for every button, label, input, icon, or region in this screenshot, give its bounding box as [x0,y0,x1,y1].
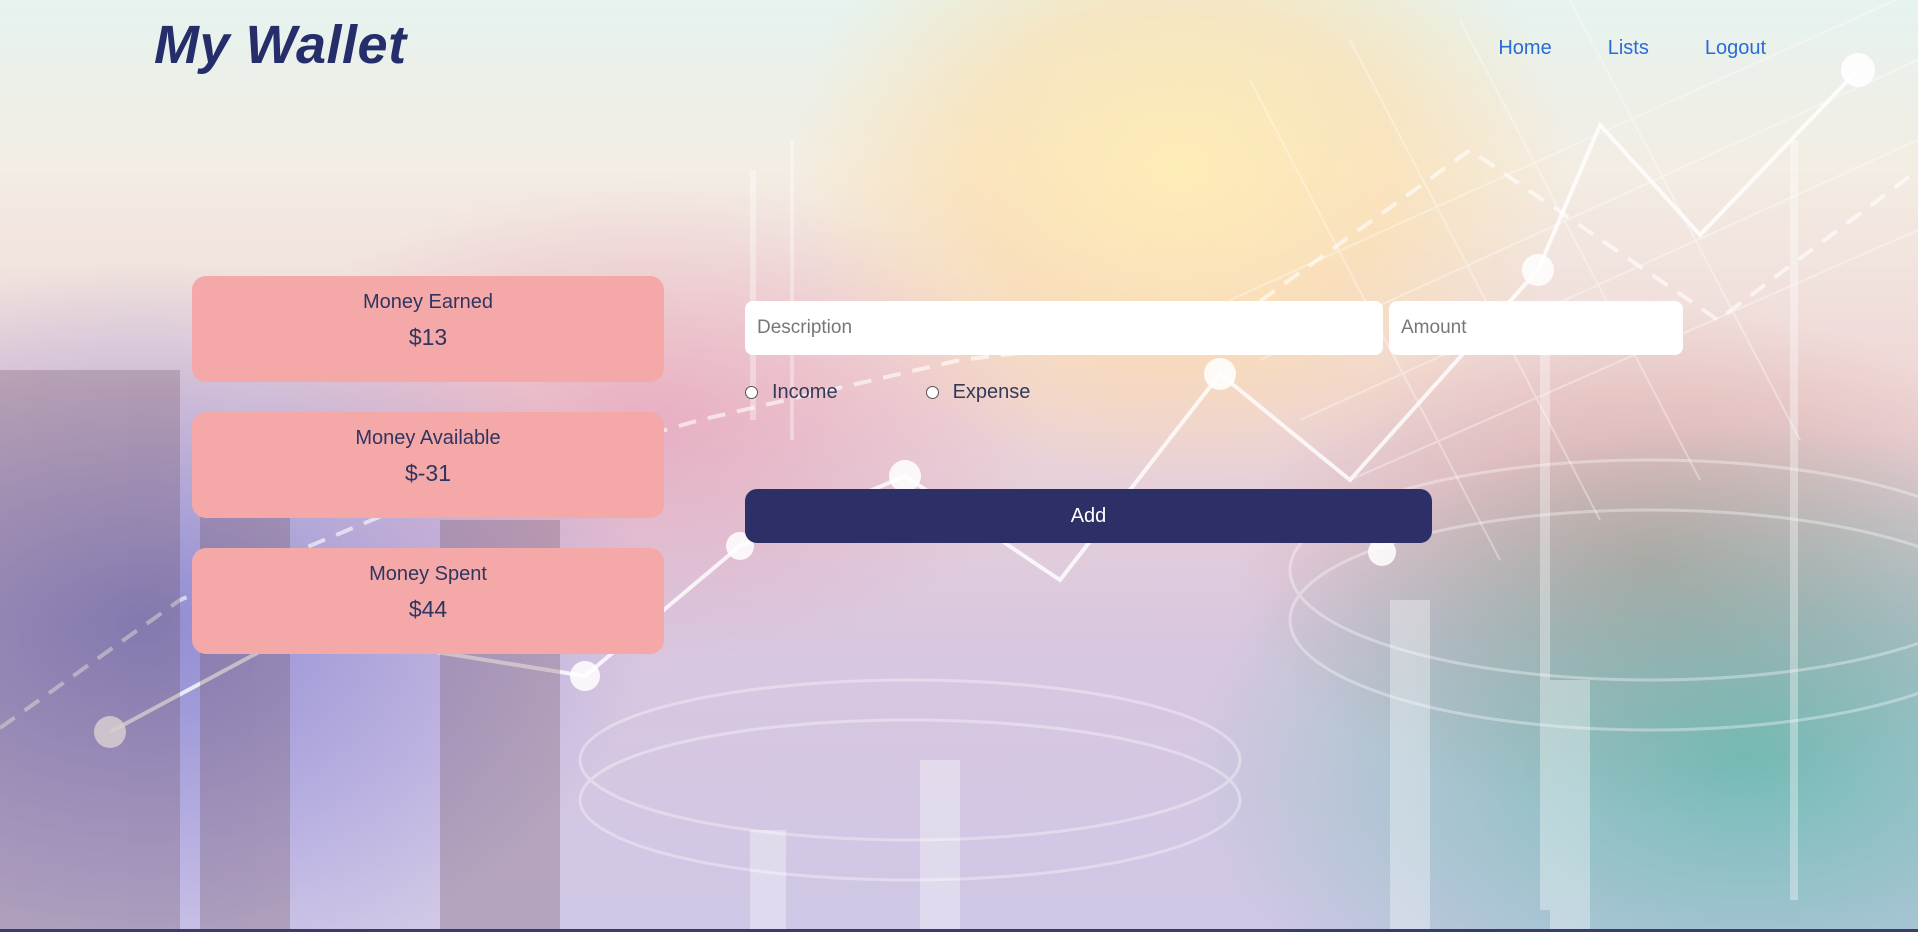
logo[interactable]: My Wallet [154,14,407,76]
expense-radio-label: Expense [952,381,1031,403]
card-value: $13 [408,324,448,350]
money-earned-card: Money Earned $13 [192,276,664,382]
nav-logout-link[interactable]: Logout [1705,37,1766,60]
card-title: Money Available [355,427,501,449]
header: My Wallet Home Lists Logout [0,0,1918,100]
amount-input[interactable] [1389,301,1683,355]
expense-radio[interactable] [925,386,939,399]
add-button[interactable]: Add [745,489,1432,543]
card-value: $44 [408,596,448,622]
money-available-card: Money Available $-31 [192,412,664,518]
card-value: $-31 [404,460,452,486]
main-nav: Home Lists Logout [1498,37,1766,60]
description-input[interactable] [745,301,1383,355]
money-spent-card: Money Spent $44 [192,548,664,654]
income-radio-label: Income [772,381,838,403]
card-title: Money Spent [369,563,487,585]
income-radio[interactable] [745,386,758,399]
income-radio-option[interactable]: Income [745,381,838,404]
nav-home-link[interactable]: Home [1498,37,1551,60]
nav-lists-link[interactable]: Lists [1608,37,1649,60]
expense-radio-option[interactable]: Expense [925,381,1031,404]
type-radio-group: Income Expense [745,381,1685,404]
transaction-form: Income Expense Add [745,301,1685,543]
input-row [745,301,1685,355]
stats-panel: Money Earned $13 Money Available $-31 Mo… [192,276,664,684]
card-title: Money Earned [362,291,494,313]
